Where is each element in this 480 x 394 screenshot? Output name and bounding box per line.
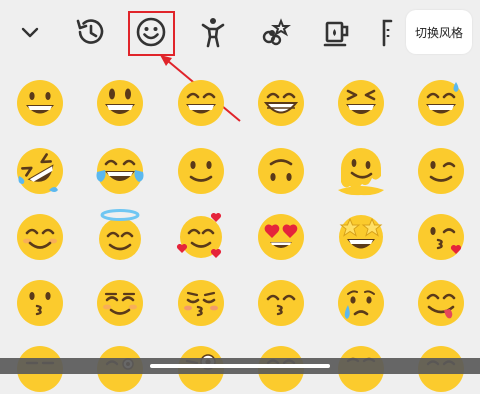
collapse-keyboard-button[interactable]	[5, 7, 55, 57]
emoji-kissing-closed-eyes[interactable]	[176, 278, 226, 328]
switch-style-button[interactable]: 切换风格	[406, 10, 472, 54]
emoji-heart-eyes[interactable]	[256, 212, 306, 262]
emoji-kissing-smiling-eyes[interactable]	[256, 278, 306, 328]
emoji-crying-face[interactable]	[336, 278, 386, 328]
emoji-grid	[0, 64, 480, 392]
emoji-halo-face[interactable]	[95, 209, 145, 260]
object-icon	[379, 15, 395, 49]
emoji-grinning-sweat[interactable]	[416, 78, 466, 128]
emoji-smiling-hearts[interactable]	[176, 212, 226, 262]
emoji-grinning-squinting-face[interactable]	[336, 78, 386, 128]
emoji-grinning-face[interactable]	[15, 78, 65, 128]
emoji-face-blowing-kiss[interactable]	[416, 212, 466, 262]
cup-icon	[319, 15, 353, 49]
emoji-grinning-smiling-eyes[interactable]	[176, 78, 226, 128]
tab-animals-nature[interactable]	[250, 7, 300, 57]
emoji-face-savoring-food[interactable]	[416, 278, 466, 328]
tab-food-drink[interactable]	[311, 7, 361, 57]
chevron-down-icon	[18, 20, 42, 44]
emoji-winking-face[interactable]	[416, 146, 466, 196]
emoji-upside-down-face[interactable]	[256, 146, 306, 196]
tab-recent[interactable]	[65, 7, 115, 57]
emoji-smiling-eyes[interactable]	[15, 212, 65, 262]
emoji-beaming-face[interactable]	[256, 78, 306, 128]
emoji-kissing-face[interactable]	[15, 278, 65, 328]
emoji-grinning-big-eyes[interactable]	[95, 78, 145, 128]
tab-people-activity[interactable]	[188, 7, 238, 57]
emoji-rolling-laughing[interactable]	[15, 146, 65, 196]
nature-icon	[258, 15, 292, 49]
emoji-star-struck[interactable]	[336, 210, 386, 260]
home-indicator[interactable]	[150, 364, 330, 368]
emoji-smiling-face[interactable]	[95, 278, 145, 328]
emoji-melting-face[interactable]	[336, 146, 386, 196]
emoji-tears-of-joy[interactable]	[95, 146, 145, 196]
selection-highlight-box	[128, 11, 175, 56]
emoji-slightly-smiling[interactable]	[176, 146, 226, 196]
person-activity-icon	[196, 15, 230, 49]
emoji-toolbar: 切换风格	[0, 0, 480, 64]
history-clock-icon	[73, 15, 107, 49]
tab-more[interactable]	[372, 7, 402, 57]
